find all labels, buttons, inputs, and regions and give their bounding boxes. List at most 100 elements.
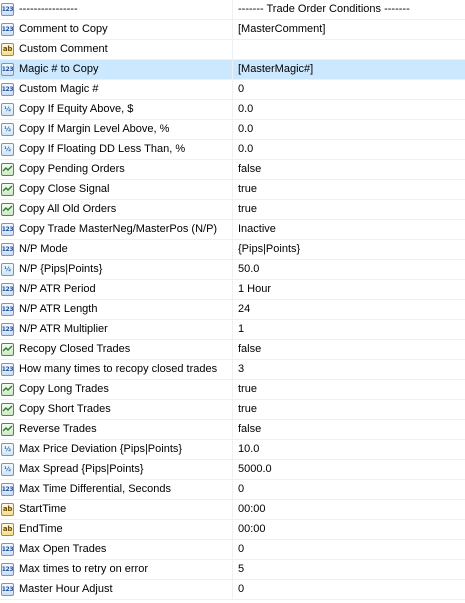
parameter-value[interactable]: 50.0 [238,260,462,279]
parameter-row[interactable]: 123 Comment to Copy [MasterComment] [0,20,465,40]
parameter-row[interactable]: ½ Copy If Margin Level Above, % 0.0 [0,120,465,140]
parameter-value[interactable]: 0 [238,80,462,99]
parameter-name: N/P ATR Multiplier [19,323,108,335]
column-divider [232,400,233,420]
parameter-value[interactable]: true [238,380,462,399]
parameter-row[interactable]: 123 Custom Magic # 0 [0,80,465,100]
parameter-value[interactable]: 0 [238,580,462,599]
parameter-row[interactable]: Copy Close Signal true [0,180,465,200]
parameter-row[interactable]: ½ N/P {Pips|Points} 50.0 [0,260,465,280]
type-glyph: 123 [1,305,14,313]
parameter-row[interactable]: 123 N/P ATR Multiplier 1 [0,320,465,340]
parameter-value[interactable]: false [238,420,462,439]
parameter-value[interactable]: 1 [238,320,462,339]
parameter-name: Reverse Trades [19,423,97,435]
parameter-value[interactable]: 5000.0 [238,460,462,479]
parameter-value[interactable]: {Pips|Points} [238,240,462,259]
integer-type-icon: 123 [1,243,14,256]
parameter-row[interactable]: 123 N/P Mode {Pips|Points} [0,240,465,260]
parameter-name: N/P ATR Period [19,283,96,295]
integer-type-icon: 123 [1,23,14,36]
parameter-row[interactable]: 123 Master Hour Adjust 0 [0,580,465,600]
column-divider [232,240,233,260]
parameter-value[interactable]: 24 [238,300,462,319]
parameter-row[interactable]: 123 Copy Trade MasterNeg/MasterPos (N/P) I… [0,220,465,240]
boolean-type-icon [1,423,14,436]
parameter-row[interactable]: ab EndTime 00:00 [0,520,465,540]
parameter-row[interactable]: 123 N/P ATR Period 1 Hour [0,280,465,300]
parameter-row[interactable]: 123 ---------------- ------- Trade Order C… [0,0,465,20]
parameter-value[interactable]: 5 [238,560,462,579]
double-type-icon: ½ [1,263,14,276]
parameter-name: Master Hour Adjust [19,583,113,595]
parameter-value[interactable]: [MasterComment] [238,20,462,39]
parameter-name: Copy Long Trades [19,383,109,395]
type-glyph: 123 [1,5,14,13]
integer-type-icon: 123 [1,63,14,76]
parameter-value[interactable]: 10.0 [238,440,462,459]
parameter-name: Max Spread {Pips|Points} [19,463,144,475]
parameter-value[interactable]: true [238,200,462,219]
boolean-type-icon [1,183,14,196]
type-glyph: 123 [1,25,14,33]
parameter-value[interactable]: 0.0 [238,120,462,139]
type-glyph: 123 [1,485,14,493]
column-divider [232,140,233,160]
parameter-row[interactable]: Copy Long Trades true [0,380,465,400]
parameter-row[interactable]: ab StartTime 00:00 [0,500,465,520]
parameter-row[interactable]: 123 Magic # to Copy [MasterMagic#] [0,60,465,80]
parameter-name: Copy If Equity Above, $ [19,103,134,115]
column-divider [232,380,233,400]
boolean-type-icon [1,343,14,356]
parameter-name: Copy All Old Orders [19,203,117,215]
type-glyph: ½ [4,145,11,154]
parameter-value[interactable]: true [238,180,462,199]
parameter-row[interactable]: ½ Copy If Floating DD Less Than, % 0.0 [0,140,465,160]
parameter-row[interactable]: 123 How many times to recopy closed trade… [0,360,465,380]
parameter-value[interactable]: [MasterMagic#] [238,60,462,79]
column-divider [232,200,233,220]
parameter-value[interactable]: Inactive [238,220,462,239]
parameter-row[interactable]: 123 N/P ATR Length 24 [0,300,465,320]
parameter-value[interactable]: 0 [238,480,462,499]
parameter-row[interactable]: Copy Pending Orders false [0,160,465,180]
parameter-row[interactable]: 123 Max Open Trades 0 [0,540,465,560]
parameter-row[interactable]: Reverse Trades false [0,420,465,440]
parameter-value[interactable]: 0 [238,540,462,559]
parameter-value[interactable]: 00:00 [238,500,462,519]
parameter-value[interactable]: 3 [238,360,462,379]
parameter-row[interactable]: ½ Max Price Deviation {Pips|Points} 10.0 [0,440,465,460]
parameter-value[interactable]: 0.0 [238,100,462,119]
parameter-name: N/P {Pips|Points} [19,263,103,275]
parameter-name: Copy Close Signal [19,183,110,195]
double-type-icon: ½ [1,463,14,476]
parameter-value[interactable]: false [238,160,462,179]
parameter-name: Custom Comment [19,43,108,55]
parameter-value[interactable]: ------- Trade Order Conditions ------- [238,0,462,19]
parameter-row[interactable]: ½ Max Spread {Pips|Points} 5000.0 [0,460,465,480]
parameter-name: Copy Short Trades [19,403,111,415]
integer-type-icon: 123 [1,483,14,496]
parameter-row[interactable]: Copy Short Trades true [0,400,465,420]
parameter-value[interactable]: true [238,400,462,419]
double-type-icon: ½ [1,443,14,456]
column-divider [232,280,233,300]
integer-type-icon: 123 [1,283,14,296]
parameter-row[interactable]: Recopy Closed Trades false [0,340,465,360]
parameter-value[interactable]: false [238,340,462,359]
parameter-row[interactable]: 123 Max times to retry on error 5 [0,560,465,580]
integer-type-icon: 123 [1,363,14,376]
type-glyph: 123 [1,285,14,293]
parameter-value[interactable]: 00:00 [238,520,462,539]
parameter-value[interactable] [238,40,462,59]
parameter-value[interactable]: 0.0 [238,140,462,159]
parameter-value[interactable]: 1 Hour [238,280,462,299]
double-type-icon: ½ [1,123,14,136]
parameter-row[interactable]: ab Custom Comment [0,40,465,60]
string-type-icon: ab [1,43,14,56]
integer-type-icon: 123 [1,83,14,96]
parameter-row[interactable]: ½ Copy If Equity Above, $ 0.0 [0,100,465,120]
column-divider [232,160,233,180]
parameter-row[interactable]: 123 Max Time Differential, Seconds 0 [0,480,465,500]
parameter-row[interactable]: Copy All Old Orders true [0,200,465,220]
